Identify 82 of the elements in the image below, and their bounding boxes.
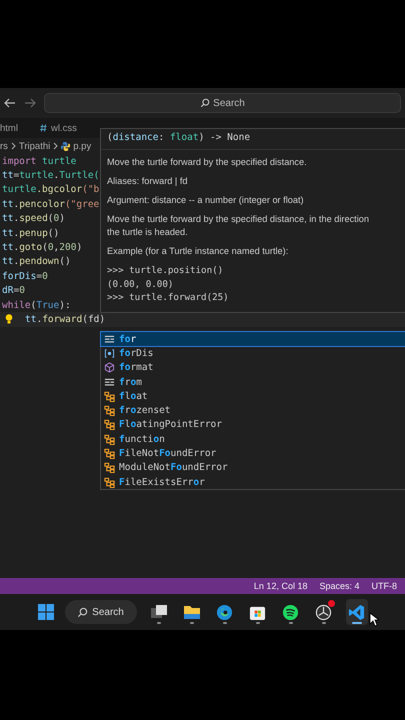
- chevron-icon: [53, 142, 58, 150]
- suggestion-item[interactable]: f rom: [101, 374, 405, 390]
- lightbulb-icon[interactable]: [5, 314, 13, 324]
- folder-icon[interactable]: [182, 604, 200, 620]
- code-line: tt.pencolor("gree: [2, 198, 100, 210]
- editor-tab[interactable]: html: [0, 122, 18, 134]
- suggestion-label: fo r: [119, 334, 136, 345]
- forward-arrow-icon[interactable]: [24, 98, 36, 108]
- suggestion-item[interactable]: fo rmat: [101, 360, 405, 375]
- code-line: tt.goto(0,200): [2, 242, 82, 254]
- suggestion-label: fo rDis: [119, 348, 154, 359]
- browser-icon[interactable]: [216, 604, 233, 620]
- hash-icon: [40, 124, 47, 132]
- breadcrumb[interactable]: p.py: [73, 140, 92, 152]
- python-file-icon: [61, 142, 70, 150]
- suggestion-item[interactable]: function: [101, 432, 405, 446]
- search-icon: [200, 98, 210, 108]
- example-code: >>> turtle.forward(25): [107, 291, 230, 304]
- search-icon: [77, 606, 88, 618]
- class-icon: [104, 434, 115, 445]
- suggestion-item[interactable]: f rozenset: [101, 403, 405, 418]
- doc-paragraph: Move the turtle forward by the specified distance, in the direction the turtle is headed.: [107, 213, 370, 239]
- keyword-icon: [104, 376, 115, 388]
- code-line: forDis=0: [2, 270, 48, 282]
- code-line: tt.speed(0): [2, 213, 65, 224]
- doc-paragraph: Example (for a Turtle instance named turtle):: [107, 245, 290, 258]
- code-line: while(True):: [2, 300, 71, 311]
- example-code: (0.00, 0.00): [107, 278, 174, 291]
- breadcrumb[interactable]: rs: [0, 140, 8, 152]
- code-editor-icon[interactable]: [348, 604, 365, 620]
- suggestion-item[interactable]: FileExistsError: [101, 474, 405, 490]
- code-line: dR=0: [2, 285, 25, 296]
- suggestion-item[interactable]: float: [101, 389, 405, 404]
- suggestion-label: FloatingPointError: [119, 419, 222, 430]
- suggestion-item[interactable]: ModuleNotFoundError: [101, 460, 405, 475]
- suggestion-label: FileNotFoundError: [119, 448, 216, 460]
- code-line: import turtle: [2, 156, 76, 167]
- class-icon: [104, 462, 115, 474]
- class-icon: [104, 405, 115, 416]
- suggestion-item[interactable]: FloatingPointError: [101, 418, 405, 432]
- doc-paragraph: Aliases: forward | fd: [107, 175, 189, 188]
- suggestion-label: FileExistsError: [119, 476, 205, 488]
- class-icon: [104, 390, 115, 402]
- breadcrumb[interactable]: Tripathi: [18, 140, 50, 152]
- class-icon: [104, 476, 115, 488]
- suggestion-item[interactable]: FileNotFoundError: [101, 446, 405, 461]
- status-item[interactable]: Ln 12, Col 18: [254, 581, 308, 591]
- cube-icon: [104, 362, 115, 374]
- code-line: tt.forward(fd): [25, 314, 106, 325]
- suggestion-item[interactable]: fo rDis: [101, 346, 405, 361]
- class-icon: [104, 448, 115, 460]
- code-line: tt.penup(): [2, 228, 60, 239]
- example-code: >>> turtle.position(): [107, 264, 224, 278]
- suggestion-label: f rozenset: [119, 405, 171, 416]
- search-field[interactable]: Search: [44, 93, 401, 113]
- code-line: turtle.bgcolor("b: [2, 184, 100, 196]
- editor-tab[interactable]: wl.css: [40, 122, 77, 134]
- variable-icon: [104, 348, 115, 359]
- doc-paragraph: Move the turtle forward by the specified distance.: [107, 156, 308, 169]
- music-app-icon[interactable]: [282, 604, 299, 620]
- suggestion-label: float: [119, 390, 148, 402]
- suggestion-item[interactable]: fo r: [101, 332, 405, 346]
- keyword-icon: [104, 334, 115, 345]
- task-view-icon[interactable]: [150, 604, 168, 620]
- mouse-cursor-icon: [369, 612, 379, 627]
- status-item[interactable]: Spaces: 4: [319, 581, 360, 591]
- signature-text: (distance: float) -> None: [101, 132, 405, 150]
- class-icon: [104, 419, 115, 430]
- taskbar-search[interactable]: Search: [64, 600, 136, 624]
- code-line: tt=turtle.Turtle(: [2, 170, 100, 182]
- suggestion-label: function: [119, 434, 165, 445]
- suggestion-label: f rom: [119, 376, 142, 388]
- status-item[interactable]: UTF-8: [372, 581, 397, 591]
- code-line: tt.pendown(): [2, 256, 71, 268]
- doc-paragraph: Argument: distance -- a number (integer or float): [107, 194, 305, 207]
- suggestion-label: fo rmat: [119, 362, 154, 374]
- start-menu-icon[interactable]: [38, 604, 54, 620]
- taskbar-app[interactable]: [346, 599, 368, 625]
- suggestion-label: ModuleNotFoundError: [119, 462, 228, 474]
- back-arrow-icon[interactable]: [4, 98, 16, 108]
- chevron-icon: [10, 142, 16, 150]
- recorder-icon[interactable]: [315, 604, 332, 620]
